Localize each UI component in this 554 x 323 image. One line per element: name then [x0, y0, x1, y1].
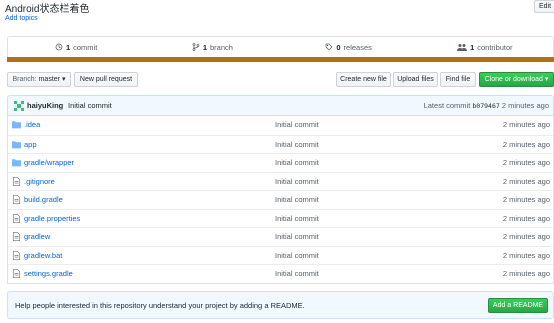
file-name-link[interactable]: app: [24, 140, 37, 149]
contributors-label: contributor: [477, 42, 513, 52]
branch-prefix: Branch:: [12, 76, 37, 83]
branches-label: branch: [209, 42, 233, 52]
file-commit-age: 2 minutes ago: [502, 139, 550, 149]
latest-commit-prefix: Latest commit: [423, 101, 471, 110]
file-commit-message-link[interactable]: Initial commit: [275, 232, 319, 241]
file-name-link[interactable]: gradle/wrapper: [24, 158, 74, 167]
commits-label: commit: [73, 42, 98, 52]
file-commit-age: 2 minutes ago: [502, 232, 550, 241]
readme-prompt: Help people interested in this repositor…: [7, 291, 554, 319]
file-commit-message-link[interactable]: Initial commit: [275, 177, 319, 186]
file-row: .idea Initial commit 2 minutes ago: [8, 116, 553, 135]
tag-icon: [325, 43, 333, 51]
file-name-link[interactable]: gradlew.bat: [24, 251, 62, 260]
releases-count: 0: [336, 42, 341, 52]
file-commit-message-link[interactable]: Initial commit: [275, 269, 319, 278]
add-readme-button[interactable]: Add a README: [488, 298, 548, 313]
file-commit-message-link[interactable]: Initial commit: [275, 195, 319, 204]
file-name-link[interactable]: gradlew: [24, 232, 50, 241]
commit-author-link[interactable]: haiyuKing: [27, 101, 63, 110]
file-name-link[interactable]: .gitignore: [24, 177, 55, 186]
upload-files-button[interactable]: Upload files: [393, 72, 438, 87]
file-commit-message-link[interactable]: Initial commit: [275, 251, 319, 260]
file-commit-message-link[interactable]: Initial commit: [275, 120, 319, 129]
clone-download-button[interactable]: Clone or download ▾: [479, 72, 554, 87]
file-commit-age: 2 minutes ago: [502, 158, 550, 167]
file-icon: [12, 269, 21, 278]
releases-count-link[interactable]: 0 releases: [281, 37, 417, 57]
file-commit-age: 2 minutes ago: [502, 195, 550, 204]
file-icon: [12, 232, 21, 241]
folder-icon: [12, 140, 21, 149]
people-icon: [457, 44, 468, 51]
file-name-link[interactable]: settings.gradle: [24, 269, 73, 278]
file-row: settings.gradle Initial commit 2 minutes a…: [8, 264, 553, 283]
latest-commit-bar: haiyuKing Initial commit Latest commit b…: [7, 95, 554, 116]
file-name-link[interactable]: .idea: [24, 120, 40, 129]
find-file-button[interactable]: Find file: [440, 72, 476, 87]
file-commit-age: 2 minutes ago: [502, 213, 550, 223]
file-commit-age: 2 minutes ago: [502, 176, 550, 186]
branches-count-link[interactable]: 1 branch: [144, 37, 280, 57]
history-icon: [55, 43, 63, 51]
releases-label: releases: [343, 42, 372, 52]
file-list: .idea Initial commit 2 minutes ago app Initi…: [7, 116, 554, 284]
edit-button[interactable]: Edit: [534, 0, 554, 13]
new-pull-request-button[interactable]: New pull request: [74, 72, 138, 87]
branch-name: master: [38, 76, 60, 83]
create-new-file-button[interactable]: Create new file: [336, 72, 391, 87]
file-icon: [12, 213, 21, 223]
language-bar[interactable]: [7, 57, 554, 62]
contributors-count-link[interactable]: 1 contributor: [417, 37, 553, 57]
file-commit-age: 2 minutes ago: [502, 250, 550, 260]
file-commit-age: 2 minutes ago: [502, 120, 550, 129]
commit-sha-link[interactable]: b079467: [472, 102, 499, 110]
contributors-count: 1: [470, 42, 475, 52]
caret-down-icon: ▾: [544, 76, 549, 83]
clone-download-label: Clone or download: [484, 76, 543, 83]
file-icon: [12, 250, 21, 260]
readme-prompt-text: Help people interested in this repositor…: [15, 301, 305, 310]
commit-message-link[interactable]: Initial commit: [68, 101, 112, 110]
file-commit-message-link[interactable]: Initial commit: [275, 140, 319, 149]
branches-count: 1: [202, 42, 207, 52]
file-name-link[interactable]: gradle.properties: [24, 214, 80, 223]
file-row: build.gradle Initial commit 2 minutes ago: [8, 190, 553, 209]
file-row: app Initial commit 2 minutes ago: [8, 134, 553, 154]
file-row: gradle.properties Initial commit 2 minutes…: [8, 208, 553, 228]
file-row: gradlew Initial commit 2 minutes ago: [8, 227, 553, 246]
latest-commit-age: 2 minutes ago: [501, 101, 549, 110]
file-row: gradle/wrapper Initial commit 2 minutes ag…: [8, 153, 553, 172]
folder-icon: [12, 120, 21, 129]
add-topics-link[interactable]: Add topics: [5, 15, 38, 22]
commits-count-link[interactable]: 1 commit: [8, 37, 144, 57]
commits-count: 1: [65, 42, 71, 52]
file-name-link[interactable]: build.gradle: [24, 195, 63, 204]
file-row: .gitignore Initial commit 2 minutes ago: [8, 171, 553, 191]
caret-down-icon: ▾: [61, 76, 66, 83]
branch-icon: [192, 43, 200, 51]
file-icon: [12, 176, 21, 186]
repo-title: Android状态栏着色: [5, 4, 90, 15]
file-commit-age: 2 minutes ago: [502, 269, 550, 278]
file-icon: [12, 195, 21, 204]
repo-summary: 1 commit 1 branch 0 releases 1 contribut…: [7, 36, 554, 57]
file-row: gradlew.bat Initial commit 2 minutes ago: [8, 245, 553, 265]
branch-select-button[interactable]: Branch: master ▾: [7, 72, 71, 87]
avatar[interactable]: [14, 101, 24, 111]
latest-commit-info: Latest commit b079467 2 minutes ago: [424, 101, 549, 110]
file-commit-message-link[interactable]: Initial commit: [275, 214, 319, 223]
folder-icon: [12, 158, 21, 167]
file-commit-message-link[interactable]: Initial commit: [275, 158, 319, 167]
